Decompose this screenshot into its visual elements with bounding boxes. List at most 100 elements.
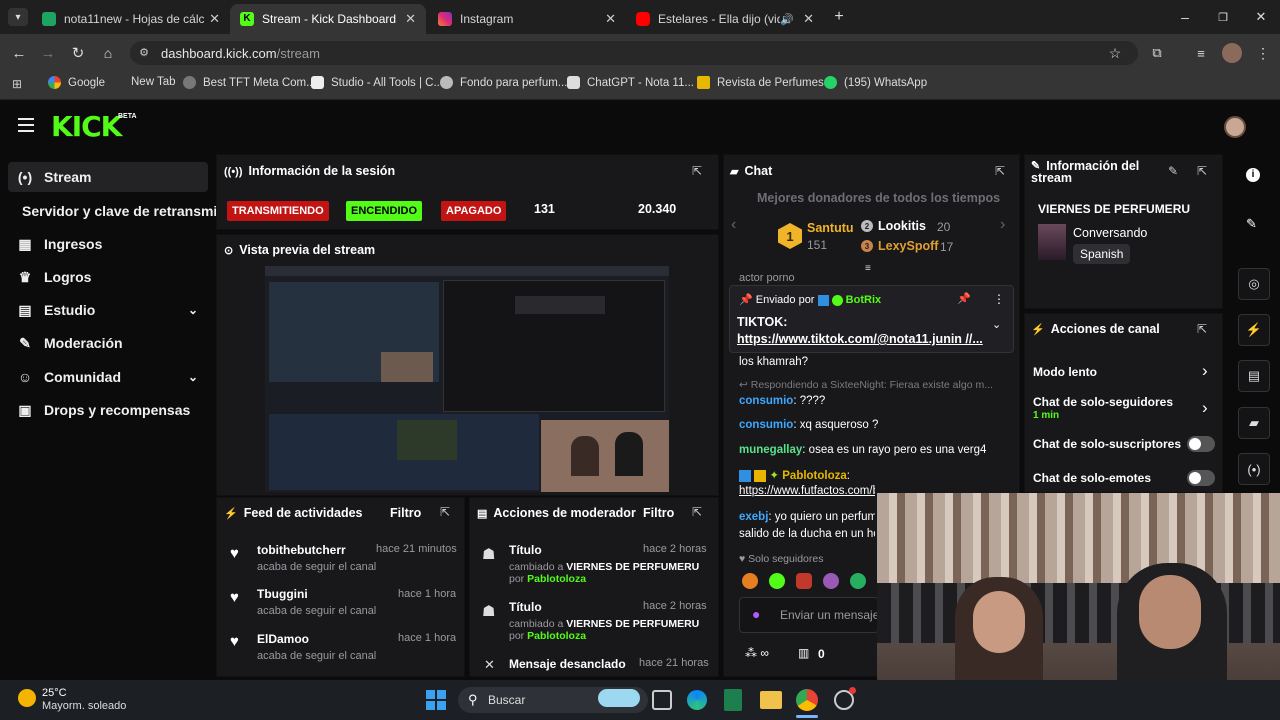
kick-logo[interactable]: KICK xyxy=(51,110,122,143)
emote-icon[interactable] xyxy=(769,573,785,589)
user-avatar[interactable] xyxy=(1224,116,1246,138)
activity-user[interactable]: tobithebutcherr xyxy=(257,543,346,557)
activity-user[interactable]: Tbuggini xyxy=(257,587,308,601)
tab-search-icon[interactable]: ▾ xyxy=(8,8,28,26)
info-icon[interactable]: i xyxy=(1246,168,1260,182)
task-view-icon[interactable] xyxy=(652,690,672,710)
subscribers-only-toggle[interactable] xyxy=(1187,436,1215,452)
weather-sun-icon[interactable] xyxy=(18,689,36,707)
sidebar-item-logros[interactable]: ♛ Logros xyxy=(8,262,208,292)
new-tab-icon[interactable]: + xyxy=(830,8,848,26)
chat-bubble-icon[interactable]: ▰ xyxy=(1238,407,1270,439)
chrome-icon[interactable] xyxy=(796,689,818,711)
pinned-user[interactable]: BotRix xyxy=(846,294,881,306)
sidebar-item-moderacion[interactable]: ✎ Moderación xyxy=(8,328,208,358)
emote-icon[interactable] xyxy=(823,573,839,589)
pin-icon[interactable]: 📌 xyxy=(957,292,971,305)
activity-user[interactable]: ElDamoo xyxy=(257,632,309,646)
collapse-icon[interactable]: ≡ xyxy=(865,263,871,274)
close-window-icon[interactable]: ✕ xyxy=(1252,8,1270,26)
weather-desc[interactable]: Mayorm. soleado xyxy=(42,700,126,712)
tab-sheets[interactable]: nota11new - Hojas de cálculo d ✕ xyxy=(32,4,230,34)
bookmark-revista[interactable]: Revista de Perfumes... xyxy=(697,76,833,89)
app-icon[interactable] xyxy=(724,689,742,711)
mod-user[interactable]: Pablotoloza xyxy=(527,573,586,585)
bookmark-fondo[interactable]: Fondo para perfum... xyxy=(440,76,567,89)
bookmark-tft[interactable]: Best TFT Meta Com... xyxy=(183,76,316,89)
chevron-left-icon[interactable]: ‹ xyxy=(731,216,736,234)
close-tab-icon[interactable]: ✕ xyxy=(605,11,616,27)
home-icon[interactable]: ⌂ xyxy=(99,44,117,62)
donor-name[interactable]: Santutu xyxy=(807,221,854,235)
menu-dots-icon[interactable]: ⋮ xyxy=(1254,44,1272,62)
sidebar-item-estudio[interactable]: ▤ Estudio ⌄ xyxy=(8,295,208,325)
popout-icon[interactable]: ⇱ xyxy=(440,505,450,519)
chat-link[interactable]: https://www.futfactos.com/bocajuniors xyxy=(739,485,875,497)
chat-user[interactable]: consumio xyxy=(739,419,793,431)
close-tab-icon[interactable]: ✕ xyxy=(405,11,416,27)
microphone-icon[interactable]: ● xyxy=(752,606,760,622)
edit-pencil-icon[interactable]: ✎ xyxy=(1246,216,1257,232)
back-icon[interactable]: ← xyxy=(10,44,28,62)
speaker-icon[interactable]: 🔊 xyxy=(780,13,794,26)
sidebar-item-stream[interactable]: (•) Stream xyxy=(8,162,208,192)
popout-icon[interactable]: ⇱ xyxy=(995,164,1005,178)
bookmark-star-icon[interactable]: ☆ xyxy=(1106,44,1124,62)
minimize-icon[interactable]: – xyxy=(1176,8,1194,26)
emote-icon[interactable] xyxy=(850,573,866,589)
bookmark-google[interactable]: Google xyxy=(48,76,105,89)
emote-icon[interactable] xyxy=(742,573,758,589)
weather-temp[interactable]: 25°C xyxy=(42,687,67,699)
chevron-right-icon[interactable]: › xyxy=(1202,361,1208,381)
sidebar-item-servidor[interactable]: Servidor y clave de retransmisión xyxy=(22,196,216,226)
close-tab-icon[interactable]: ✕ xyxy=(209,11,220,27)
edge-icon[interactable] xyxy=(687,690,707,710)
chat-user[interactable]: Pablotoloza xyxy=(782,470,847,482)
donor-name[interactable]: Lookitis xyxy=(878,219,926,233)
bookmark-whatsapp[interactable]: (195) WhatsApp xyxy=(824,76,927,89)
activity-filter-button[interactable]: Filtro xyxy=(390,506,421,520)
close-tab-icon[interactable]: ✕ xyxy=(803,11,814,27)
file-explorer-icon[interactable] xyxy=(760,691,782,709)
stream-preview-video[interactable] xyxy=(265,266,669,492)
points-icon[interactable]: ⁂ ∞ xyxy=(745,646,769,660)
bookmark-new-tab[interactable]: New Tab xyxy=(131,76,176,88)
tab-kick-dashboard[interactable]: K Stream - Kick Dashboard ✕ xyxy=(230,4,426,34)
popout-icon[interactable]: ⇱ xyxy=(1197,322,1207,336)
popout-icon[interactable]: ⇱ xyxy=(692,505,702,519)
windows-start-icon[interactable] xyxy=(426,690,446,710)
bookmark-chatgpt[interactable]: ChatGPT - Nota 11... xyxy=(567,76,694,89)
emote-icon[interactable] xyxy=(796,573,812,589)
pinned-link[interactable]: https://www.tiktok.com/@nota11.junin //.… xyxy=(737,332,983,346)
tab-instagram[interactable]: Instagram ✕ xyxy=(428,4,626,34)
reload-icon[interactable]: ↻ xyxy=(69,44,87,62)
sidebar-item-drops[interactable]: ▣ Drops y recompensas xyxy=(8,395,208,425)
edit-pencil-icon[interactable]: ✎ xyxy=(1168,164,1178,178)
popout-icon[interactable]: ⇱ xyxy=(1197,164,1207,178)
profile-avatar[interactable] xyxy=(1222,43,1242,63)
bolt-icon[interactable]: ⚡ xyxy=(1238,314,1270,346)
tab-youtube[interactable]: Estelares - Ella dijo (video o 🔊 ✕ xyxy=(626,4,824,34)
chevron-right-icon[interactable]: › xyxy=(1202,398,1208,418)
donor-name[interactable]: LexySpoff xyxy=(878,239,938,253)
followers-only-label[interactable]: Chat de solo-seguidores xyxy=(1033,395,1173,409)
chat-user[interactable]: exebj xyxy=(739,511,768,523)
hamburger-menu-icon[interactable] xyxy=(18,118,34,132)
site-info-icon[interactable]: ⚙ xyxy=(137,45,151,59)
camera-icon[interactable]: ◎ xyxy=(1238,268,1270,300)
broadcast-icon[interactable]: (•) xyxy=(1238,453,1270,485)
forward-icon[interactable]: → xyxy=(39,44,57,62)
sidebar-item-ingresos[interactable]: ▦ Ingresos xyxy=(8,229,208,259)
chevron-right-icon[interactable]: › xyxy=(1000,216,1005,234)
apps-grid-icon[interactable]: ⊞ xyxy=(10,77,24,91)
modactions-filter-button[interactable]: Filtro xyxy=(643,506,674,520)
restore-icon[interactable]: ❐ xyxy=(1214,8,1232,26)
chevron-down-icon[interactable]: ⌄ xyxy=(992,318,1001,331)
bookmark-studio[interactable]: Studio - All Tools | C... xyxy=(311,76,443,89)
sidebar-item-comunidad[interactable]: ☺ Comunidad ⌄ xyxy=(8,362,208,392)
popout-icon[interactable]: ⇱ xyxy=(692,164,702,178)
media-controls-icon[interactable]: ≡ xyxy=(1192,44,1210,62)
more-options-icon[interactable]: ⋮ xyxy=(993,292,1005,306)
mod-user[interactable]: Pablotoloza xyxy=(527,630,586,642)
notes-icon[interactable]: ▤ xyxy=(1238,360,1270,392)
